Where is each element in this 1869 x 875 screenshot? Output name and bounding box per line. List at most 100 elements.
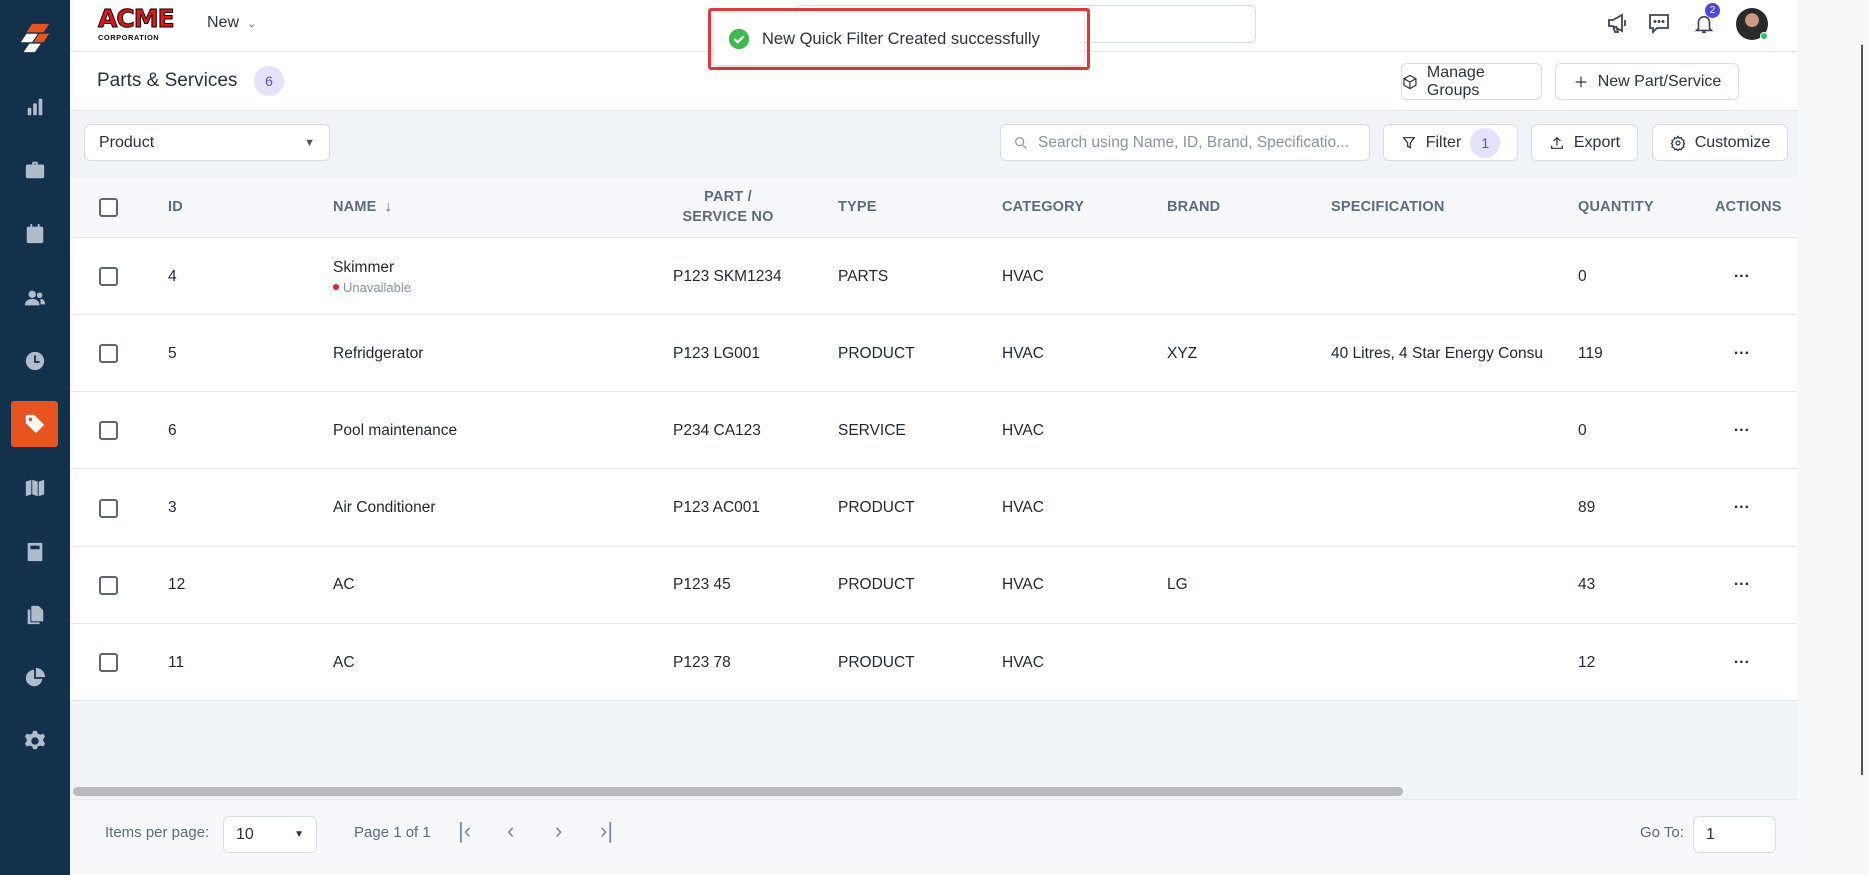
prev-page-icon[interactable]: ‹	[507, 818, 514, 844]
clock-icon[interactable]	[11, 338, 58, 384]
table-empty-area	[70, 701, 1797, 800]
row-checkbox[interactable]	[99, 575, 118, 595]
row-type: PRODUCT	[838, 499, 915, 517]
search-placeholder: Search using Name, ID, Brand, Specificat…	[1038, 133, 1350, 151]
col-quantity[interactable]: QUANTITY	[1578, 199, 1654, 215]
goto-page-input[interactable]: 1	[1693, 816, 1776, 853]
customers-icon[interactable]	[11, 275, 58, 321]
announcement-icon[interactable]	[1606, 11, 1630, 40]
documents-icon[interactable]	[11, 592, 58, 638]
table-row[interactable]: 5 Refridgerator P123 LG001 PRODUCT HVAC …	[70, 315, 1797, 393]
table-row[interactable]: 11 AC P123 78 PRODUCT HVAC 12 ...	[70, 624, 1797, 701]
type-select[interactable]: Product ▼	[84, 124, 330, 161]
row-name[interactable]: AC	[333, 576, 355, 594]
row-actions-menu-icon[interactable]: ...	[1734, 234, 1750, 311]
goto-label: Go To:	[1640, 824, 1684, 841]
row-category: HVAC	[1002, 499, 1044, 517]
row-specification	[1331, 238, 1544, 315]
row-actions-menu-icon[interactable]: ...	[1734, 620, 1750, 697]
col-brand[interactable]: BRAND	[1167, 199, 1220, 215]
col-name-label: NAME	[333, 199, 377, 215]
calendar-icon[interactable]	[11, 211, 58, 257]
row-quantity: 0	[1578, 421, 1587, 439]
next-page-icon[interactable]: ›	[555, 818, 562, 844]
row-type: PRODUCT	[838, 576, 915, 594]
horizontal-scrollbar[interactable]	[73, 787, 1403, 796]
row-actions-menu-icon[interactable]: ...	[1734, 466, 1750, 543]
row-name[interactable]: Skimmer	[333, 259, 411, 277]
chat-icon[interactable]	[1647, 11, 1671, 40]
col-name[interactable]: NAME ↓	[333, 199, 392, 215]
table-row[interactable]: 12 AC P123 45 PRODUCT HVAC LG 43 ...	[70, 546, 1797, 624]
calculator-icon[interactable]	[11, 529, 58, 575]
acme-logo[interactable]: ACME CORPORATION	[98, 4, 182, 45]
sort-desc-icon: ↓	[384, 199, 392, 215]
row-quantity: 43	[1578, 576, 1596, 594]
row-part-no: P123 AC001	[673, 499, 761, 517]
search-icon	[1015, 136, 1027, 149]
row-id: 3	[168, 499, 177, 517]
online-status-dot	[1760, 32, 1768, 40]
new-dropdown[interactable]: New ⌄	[207, 14, 256, 32]
manage-groups-button[interactable]: Manage Groups	[1401, 63, 1542, 100]
col-actions: ACTIONS	[1715, 199, 1782, 215]
row-checkbox[interactable]	[99, 498, 118, 518]
row-part-no: P234 CA123	[673, 421, 761, 439]
filter-count-badge: 1	[1470, 127, 1501, 158]
row-type: PRODUCT	[838, 344, 915, 362]
row-id: 12	[168, 576, 186, 594]
row-checkbox[interactable]	[99, 267, 118, 286]
table-search-input[interactable]: Search using Name, ID, Brand, Specificat…	[1000, 124, 1370, 161]
page-scrollbar[interactable]	[1861, 45, 1863, 775]
row-name[interactable]: Pool maintenance	[333, 422, 457, 440]
toast-message: New Quick Filter Created successfully	[762, 29, 1040, 48]
row-checkbox[interactable]	[99, 421, 118, 441]
first-page-icon[interactable]: |‹	[458, 818, 471, 844]
items-per-page-select[interactable]: 10 ▼	[223, 816, 317, 853]
reports-icon[interactable]	[11, 84, 58, 130]
app-logo-icon[interactable]	[11, 15, 58, 61]
row-actions-menu-icon[interactable]: ...	[1734, 543, 1750, 620]
filter-label: Filter	[1425, 133, 1462, 151]
map-icon[interactable]	[11, 465, 58, 511]
col-part-no[interactable]: PART / SERVICE NO	[658, 187, 798, 227]
briefcase-icon[interactable]	[11, 147, 58, 193]
row-category: HVAC	[1002, 576, 1044, 594]
row-checkbox[interactable]	[99, 653, 118, 672]
export-button[interactable]: Export	[1531, 124, 1638, 161]
success-toast: New Quick Filter Created successfully	[714, 13, 1084, 65]
table-row[interactable]: 4 Skimmer Unavailable P123 SKM1234 PARTS …	[70, 238, 1797, 315]
filter-button[interactable]: Filter 1	[1383, 124, 1518, 161]
row-actions-menu-icon[interactable]: ...	[1734, 311, 1750, 388]
row-specification	[1331, 470, 1544, 547]
col-id[interactable]: ID	[168, 199, 183, 215]
row-checkbox[interactable]	[99, 344, 118, 364]
last-page-icon[interactable]: ›|	[600, 818, 613, 844]
col-specification[interactable]: SPECIFICATION	[1331, 199, 1445, 215]
row-part-no: P123 45	[673, 576, 731, 594]
row-id: 5	[168, 344, 177, 362]
row-name[interactable]: Refridgerator	[333, 345, 423, 363]
table-row[interactable]: 6 Pool maintenance P234 CA123 SERVICE HV…	[70, 392, 1797, 470]
row-type: SERVICE	[838, 421, 906, 439]
tag-icon[interactable]	[11, 401, 58, 447]
row-brand: LG	[1167, 576, 1188, 594]
row-specification	[1331, 392, 1544, 469]
col-category[interactable]: CATEGORY	[1002, 199, 1084, 215]
table-row[interactable]: 3 Air Conditioner P123 AC001 PRODUCT HVA…	[70, 469, 1797, 547]
select-all-checkbox[interactable]	[99, 198, 118, 217]
new-part-service-button[interactable]: New Part/Service	[1555, 63, 1739, 100]
settings-icon[interactable]	[11, 718, 58, 764]
row-quantity: 89	[1578, 499, 1596, 517]
customize-button[interactable]: Customize	[1652, 124, 1788, 161]
row-name[interactable]: Air Conditioner	[333, 499, 436, 517]
row-part-no: P123 78	[673, 653, 731, 671]
pie-chart-icon[interactable]	[11, 655, 58, 701]
col-type[interactable]: TYPE	[838, 199, 877, 215]
row-brand: XYZ	[1167, 344, 1198, 362]
manage-groups-label: Manage Groups	[1426, 63, 1485, 99]
main-content: ACME CORPORATION New ⌄ 2 Parts & Service…	[70, 0, 1797, 865]
table-header: ID NAME ↓ PART / SERVICE NO TYPE CATEGORY …	[70, 177, 1797, 238]
row-actions-menu-icon[interactable]: ...	[1734, 388, 1750, 465]
row-name[interactable]: AC	[333, 654, 355, 672]
